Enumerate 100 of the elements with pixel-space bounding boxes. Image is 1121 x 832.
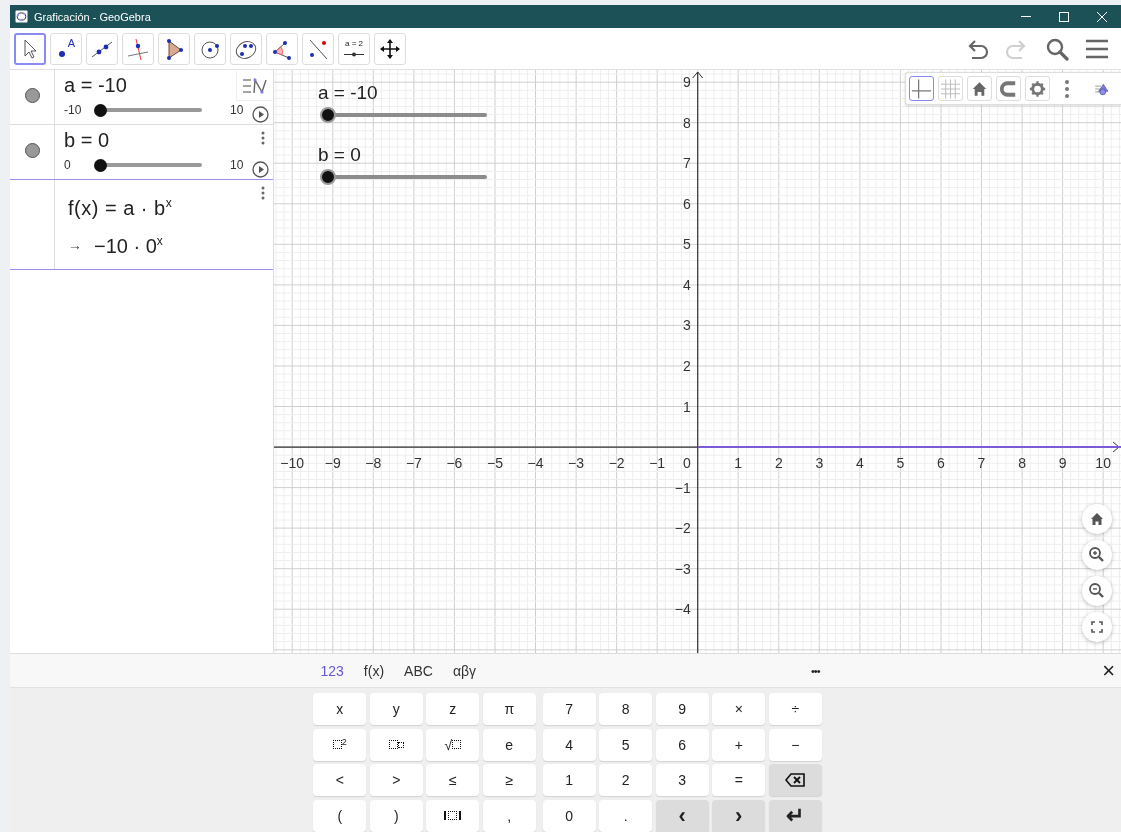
visibility-toggle[interactable] (24, 143, 40, 158)
origin-label: 0 (682, 455, 691, 472)
slider-thumb[interactable] (94, 103, 107, 117)
keyboard-key[interactable]: ( (313, 799, 367, 832)
keyboard-key[interactable]: 7 (542, 693, 596, 725)
zoom-in-button[interactable] (1082, 540, 1112, 570)
search-icon[interactable] (1045, 36, 1069, 61)
window-title: Graficación - GeoGebra (34, 10, 152, 23)
keyboard-tab[interactable]: αβγ (442, 662, 487, 679)
grid-icon (939, 76, 962, 101)
keyboard-key[interactable]: . (599, 799, 653, 832)
keyboard-key[interactable]: + (712, 728, 766, 761)
keyboard-key[interactable]: y (369, 693, 423, 725)
keyboard-key[interactable]: z (426, 693, 480, 725)
tick-label: −1 (674, 479, 691, 496)
keyboard-key[interactable]: < (313, 764, 367, 796)
settings-button[interactable] (1025, 76, 1050, 101)
tick-label: −9 (324, 455, 341, 472)
tick-label: 8 (682, 114, 691, 131)
keyboard-key[interactable]: x (313, 693, 367, 725)
function-definition[interactable]: f(x) = a · b$^{x}$ (68, 196, 273, 220)
keyboard-key[interactable]: 4 (542, 728, 596, 761)
point-icon (58, 49, 66, 58)
home-button[interactable] (967, 76, 992, 101)
keyboard-key[interactable]: 9 (655, 693, 709, 725)
keyboard-key[interactable]: ) (369, 799, 423, 832)
more-options-icon[interactable] (261, 186, 265, 200)
tick-label: 8 (1018, 455, 1026, 472)
keyboard-tab[interactable]: ABC (394, 662, 443, 679)
slider-min-label: 0 (64, 158, 72, 172)
absolute-value-key[interactable] (426, 799, 480, 832)
keyboard-key[interactable]: 6 (655, 728, 709, 761)
slider-value-label: b = 0 (64, 129, 110, 151)
tool-button[interactable]: a = 2 (338, 32, 370, 65)
tick-label: 6 (937, 455, 945, 472)
visibility-toggle[interactable] (24, 88, 40, 103)
tick-label: 7 (682, 155, 691, 172)
slider-max-label: 10 (230, 158, 244, 172)
close-keyboard-button[interactable]: × (1102, 659, 1115, 682)
maximize-icon[interactable] (1059, 11, 1069, 22)
keyboard-key[interactable]: ‹ (655, 799, 709, 832)
keyboard-tab[interactable]: f(x) (353, 662, 395, 679)
close-icon[interactable] (1097, 11, 1107, 22)
tick-label: −2 (608, 455, 625, 472)
keyboard-key[interactable]: 1 (542, 764, 596, 796)
fullscreen-button[interactable] (1082, 612, 1112, 642)
keyboard-key[interactable]: ≤ (426, 764, 480, 796)
slider-value-label: a = -10 (318, 82, 378, 104)
tick-label: −7 (405, 455, 422, 472)
keyboard-key[interactable]: > (369, 764, 423, 796)
keyboard-key[interactable]: , (482, 799, 536, 832)
keyboard-key[interactable]: ≥ (482, 764, 536, 796)
keyboard-tab[interactable]: 123 (310, 662, 354, 679)
tick-label: 1 (682, 398, 691, 415)
backspace-icon (785, 773, 806, 787)
keyboard-key[interactable]: − (768, 728, 822, 761)
play-icon[interactable] (252, 161, 269, 178)
description-toggle-icon[interactable] (236, 71, 272, 101)
magnet-button[interactable] (996, 76, 1021, 101)
keyboard-key[interactable]: 0 (542, 799, 596, 832)
tick-label: 6 (682, 195, 691, 212)
tick-label: −3 (568, 455, 585, 472)
tick-label: 9 (1058, 455, 1067, 472)
keyboard-key[interactable]: 2 (599, 764, 653, 796)
result-arrow: → (68, 237, 82, 254)
tool-button[interactable]: A (50, 32, 82, 65)
tick-label: −1 (649, 455, 666, 472)
keyboard-key[interactable]: 8 (599, 693, 653, 725)
slider-value-label: b = 0 (318, 144, 361, 166)
tick-label: 5 (682, 236, 691, 253)
keyboard-key[interactable]: e (482, 728, 536, 761)
tick-label: −5 (487, 455, 503, 472)
slider-value-label: a = -10 (64, 74, 127, 96)
backspace-key[interactable] (768, 764, 822, 796)
axes-button[interactable] (909, 76, 934, 101)
slider-thumb[interactable] (94, 158, 107, 172)
slider-thumb[interactable] (320, 169, 336, 185)
more-keys-button[interactable]: ••• (810, 664, 820, 677)
keyboard-key[interactable]: √ (426, 728, 480, 761)
more-options-icon[interactable] (261, 131, 265, 145)
slider-max-label: 10 (230, 103, 244, 117)
minimize-icon[interactable] (1021, 15, 1031, 18)
keyboard-key[interactable]: = (712, 764, 766, 796)
keyboard-key[interactable]: › (712, 799, 766, 832)
zoom-out-button[interactable] (1082, 576, 1112, 606)
keyboard-key[interactable]: 5 (599, 728, 653, 761)
slider-thumb[interactable] (320, 107, 336, 123)
home-button[interactable] (1082, 504, 1112, 534)
tick-label: 4 (856, 455, 864, 472)
perpendicular-icon (126, 36, 150, 61)
play-icon[interactable] (252, 106, 269, 123)
tick-label: −10 (280, 455, 305, 472)
tick-label: −4 (527, 455, 544, 472)
square-key[interactable]: 2 (313, 728, 367, 761)
keyboard-key[interactable]: π (482, 693, 536, 725)
tick-label: −2 (674, 520, 691, 537)
keyboard-key[interactable]: ↵ (768, 799, 822, 832)
keyboard-key[interactable]: 3 (655, 764, 709, 796)
keyboard-key[interactable]: ÷ (768, 693, 822, 725)
keyboard-key[interactable]: × (712, 693, 766, 725)
